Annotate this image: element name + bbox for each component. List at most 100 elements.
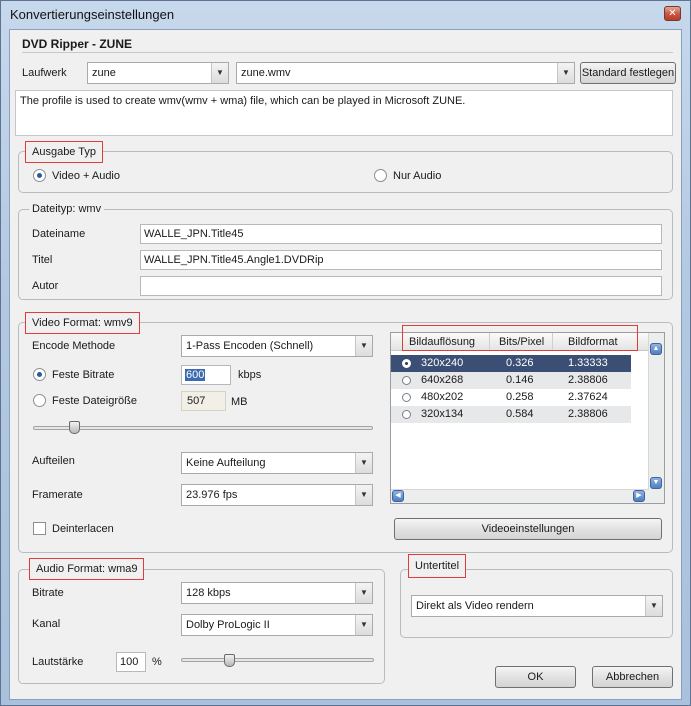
radio-fixed-size[interactable] xyxy=(33,394,46,407)
subtitle-select[interactable]: Direkt als Video rendern ▼ xyxy=(411,595,663,617)
resolution-table[interactable]: Bildauflösung Bits/Pixel Bildformat 320x… xyxy=(390,332,665,504)
chevron-down-icon: ▼ xyxy=(211,63,228,83)
table-row[interactable]: 320x134 0.584 2.38806 xyxy=(391,406,631,423)
header-divider xyxy=(22,52,673,53)
video-settings-button[interactable]: Videoeinstellungen xyxy=(394,518,662,540)
cancel-button[interactable]: Abbrechen xyxy=(592,666,673,688)
split-label: Aufteilen xyxy=(32,455,75,467)
fixed-bitrate-label: Feste Bitrate xyxy=(52,369,115,381)
fixed-bitrate-value: 600 xyxy=(185,369,206,381)
table-cell: 640x268 xyxy=(421,374,464,386)
deinterlace-checkbox[interactable] xyxy=(33,522,46,535)
split-value: Keine Aufteilung xyxy=(186,457,266,469)
framerate-select[interactable]: 23.976 fps ▼ xyxy=(181,484,373,506)
title-label: Titel xyxy=(32,254,53,266)
filename-value: WALLE_JPN.Title45 xyxy=(144,228,244,240)
vertical-scrollbar[interactable]: ▲ ▼ xyxy=(648,333,664,503)
fixed-size-value: 507 xyxy=(187,395,206,407)
author-label: Autor xyxy=(32,280,59,292)
author-input[interactable] xyxy=(140,276,662,296)
table-cell: 2.37624 xyxy=(568,391,608,403)
table-row[interactable]: 640x268 0.146 2.38806 xyxy=(391,372,631,389)
chevron-down-icon: ▼ xyxy=(355,583,372,603)
channel-label: Kanal xyxy=(32,618,61,630)
radio-fixed-bitrate[interactable] xyxy=(33,368,46,381)
quality-slider-track[interactable] xyxy=(33,426,373,430)
output-type-legend: Ausgabe Typ xyxy=(25,141,104,163)
table-cell: 0.584 xyxy=(506,408,534,420)
table-cell: 320x240 xyxy=(421,357,464,369)
title-bar[interactable]: Konvertierungseinstellungen ✕ xyxy=(1,1,690,27)
radio-audio-only[interactable] xyxy=(374,169,387,182)
row-radio[interactable] xyxy=(402,359,411,368)
channel-value: Dolby ProLogic II xyxy=(186,619,270,631)
profile-select[interactable]: zune.wmv ▼ xyxy=(236,62,575,84)
subtitle-legend: Untertitel xyxy=(408,554,467,578)
deinterlace-label: Deinterlacen xyxy=(52,523,114,535)
device-select[interactable]: zune ▼ xyxy=(87,62,229,84)
chevron-down-icon: ▼ xyxy=(355,615,372,635)
row-radio[interactable] xyxy=(402,376,411,385)
fixed-bitrate-input[interactable]: 600 xyxy=(181,365,231,385)
table-cell: 0.146 xyxy=(506,374,534,386)
channel-select[interactable]: Dolby ProLogic II ▼ xyxy=(181,614,373,636)
table-row[interactable]: 480x202 0.258 2.37624 xyxy=(391,389,631,406)
scroll-right-icon[interactable]: ▶ xyxy=(633,490,645,502)
audio-format-legend: Audio Format: wma9 xyxy=(29,558,145,580)
chevron-down-icon: ▼ xyxy=(645,596,662,616)
framerate-value: 23.976 fps xyxy=(186,489,238,501)
filename-label: Dateiname xyxy=(32,228,86,240)
title-value: WALLE_JPN.Title45.Angle1.DVDRip xyxy=(144,254,324,266)
table-cell: 0.258 xyxy=(506,391,534,403)
audio-bitrate-select[interactable]: 128 kbps ▼ xyxy=(181,582,373,604)
chevron-down-icon: ▼ xyxy=(557,63,574,83)
set-default-button[interactable]: Standard festlegen xyxy=(580,62,676,84)
table-cell: 1.33333 xyxy=(568,357,608,369)
profile-description: The profile is used to create wmv(wmv + … xyxy=(20,95,466,107)
fixed-size-input[interactable]: 507 xyxy=(181,391,226,411)
dialog-client-area: DVD Ripper - ZUNE Laufwerk zune ▼ zune.w… xyxy=(9,29,682,700)
radio-audio-only-label: Nur Audio xyxy=(393,170,442,182)
chevron-down-icon: ▼ xyxy=(355,485,372,505)
row-radio[interactable] xyxy=(402,410,411,419)
split-select[interactable]: Keine Aufteilung ▼ xyxy=(181,452,373,474)
filename-input[interactable]: WALLE_JPN.Title45 xyxy=(140,224,662,244)
ok-button[interactable]: OK xyxy=(495,666,576,688)
title-input[interactable]: WALLE_JPN.Title45.Angle1.DVDRip xyxy=(140,250,662,270)
encode-method-select[interactable]: 1-Pass Encoden (Schnell) ▼ xyxy=(181,335,373,357)
window-title: Konvertierungseinstellungen xyxy=(10,7,175,22)
framerate-label: Framerate xyxy=(32,489,83,501)
table-row[interactable]: 320x240 0.326 1.33333 xyxy=(391,355,631,372)
scroll-up-icon[interactable]: ▲ xyxy=(650,343,662,355)
table-cell: 0.326 xyxy=(506,357,534,369)
table-cell: 2.38806 xyxy=(568,374,608,386)
file-type-legend: Dateityp: wmv xyxy=(29,203,105,215)
table-cell: 320x134 xyxy=(421,408,464,420)
row-radio[interactable] xyxy=(402,393,411,402)
encode-method-value: 1-Pass Encoden (Schnell) xyxy=(186,340,314,352)
video-format-legend: Video Format: wmv9 xyxy=(25,312,140,334)
encode-method-label: Encode Methode xyxy=(32,340,116,352)
profile-select-value: zune.wmv xyxy=(241,67,291,79)
subtitle-value: Direkt als Video rendern xyxy=(416,600,534,612)
chevron-down-icon: ▼ xyxy=(355,453,372,473)
volume-unit: % xyxy=(152,656,162,668)
table-header-highlight xyxy=(402,325,638,351)
horizontal-scrollbar[interactable]: ◀ ▶ xyxy=(391,489,649,503)
audio-bitrate-value: 128 kbps xyxy=(186,587,231,599)
volume-label: Lautstärke xyxy=(32,656,84,668)
profile-title: DVD Ripper - ZUNE xyxy=(22,37,133,51)
volume-slider-thumb[interactable] xyxy=(224,654,236,667)
volume-slider-track[interactable] xyxy=(181,658,374,662)
radio-video-audio-label: Video + Audio xyxy=(52,170,120,182)
fixed-size-label: Feste Dateigröße xyxy=(52,395,137,407)
table-cell: 2.38806 xyxy=(568,408,608,420)
volume-value: 100 xyxy=(120,656,139,668)
scroll-left-icon[interactable]: ◀ xyxy=(392,490,404,502)
close-button[interactable]: ✕ xyxy=(664,6,681,21)
quality-slider-thumb[interactable] xyxy=(68,421,80,434)
scroll-down-icon[interactable]: ▼ xyxy=(650,477,662,489)
volume-input[interactable]: 100 xyxy=(116,652,146,672)
radio-video-audio[interactable] xyxy=(33,169,46,182)
profile-description-box: The profile is used to create wmv(wmv + … xyxy=(15,90,673,136)
